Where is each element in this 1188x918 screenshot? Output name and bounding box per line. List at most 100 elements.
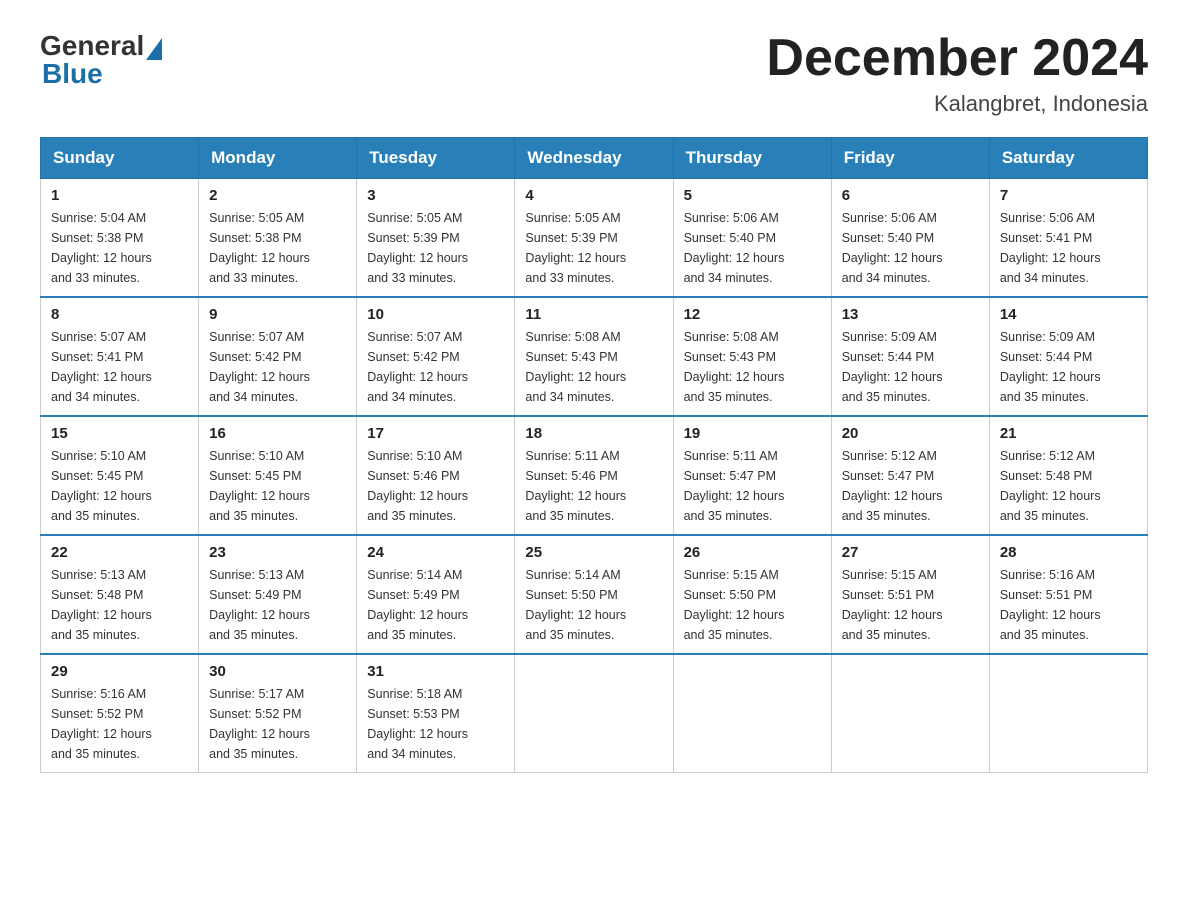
day-number: 29 [51,663,188,680]
day-number: 5 [684,187,821,204]
day-number: 28 [1000,544,1137,561]
day-number: 14 [1000,306,1137,323]
table-row: 1 Sunrise: 5:04 AM Sunset: 5:38 PM Dayli… [41,179,199,298]
table-row: 9 Sunrise: 5:07 AM Sunset: 5:42 PM Dayli… [199,297,357,416]
day-info: Sunrise: 5:07 AM Sunset: 5:41 PM Dayligh… [51,327,188,407]
header-tuesday: Tuesday [357,138,515,179]
table-row: 22 Sunrise: 5:13 AM Sunset: 5:48 PM Dayl… [41,535,199,654]
day-number: 18 [525,425,662,442]
logo: General Blue [40,30,164,90]
table-row: 27 Sunrise: 5:15 AM Sunset: 5:51 PM Dayl… [831,535,989,654]
table-row: 10 Sunrise: 5:07 AM Sunset: 5:42 PM Dayl… [357,297,515,416]
day-number: 20 [842,425,979,442]
day-number: 27 [842,544,979,561]
table-row: 25 Sunrise: 5:14 AM Sunset: 5:50 PM Dayl… [515,535,673,654]
day-info: Sunrise: 5:08 AM Sunset: 5:43 PM Dayligh… [684,327,821,407]
day-info: Sunrise: 5:16 AM Sunset: 5:51 PM Dayligh… [1000,565,1137,645]
page-header: General Blue December 2024 Kalangbret, I… [40,30,1148,117]
day-info: Sunrise: 5:14 AM Sunset: 5:50 PM Dayligh… [525,565,662,645]
logo-triangle-icon [146,38,162,60]
day-number: 2 [209,187,346,204]
day-info: Sunrise: 5:11 AM Sunset: 5:47 PM Dayligh… [684,446,821,526]
header-sunday: Sunday [41,138,199,179]
calendar-week-row: 22 Sunrise: 5:13 AM Sunset: 5:48 PM Dayl… [41,535,1148,654]
table-row: 2 Sunrise: 5:05 AM Sunset: 5:38 PM Dayli… [199,179,357,298]
day-info: Sunrise: 5:12 AM Sunset: 5:47 PM Dayligh… [842,446,979,526]
day-info: Sunrise: 5:12 AM Sunset: 5:48 PM Dayligh… [1000,446,1137,526]
day-number: 7 [1000,187,1137,204]
day-number: 3 [367,187,504,204]
month-title: December 2024 [766,30,1148,87]
table-row: 23 Sunrise: 5:13 AM Sunset: 5:49 PM Dayl… [199,535,357,654]
table-row: 29 Sunrise: 5:16 AM Sunset: 5:52 PM Dayl… [41,654,199,773]
table-row: 28 Sunrise: 5:16 AM Sunset: 5:51 PM Dayl… [989,535,1147,654]
day-info: Sunrise: 5:06 AM Sunset: 5:40 PM Dayligh… [842,208,979,288]
header-friday: Friday [831,138,989,179]
day-info: Sunrise: 5:18 AM Sunset: 5:53 PM Dayligh… [367,684,504,764]
day-info: Sunrise: 5:11 AM Sunset: 5:46 PM Dayligh… [525,446,662,526]
table-row: 19 Sunrise: 5:11 AM Sunset: 5:47 PM Dayl… [673,416,831,535]
table-row: 5 Sunrise: 5:06 AM Sunset: 5:40 PM Dayli… [673,179,831,298]
day-info: Sunrise: 5:10 AM Sunset: 5:45 PM Dayligh… [51,446,188,526]
table-row: 20 Sunrise: 5:12 AM Sunset: 5:47 PM Dayl… [831,416,989,535]
day-info: Sunrise: 5:08 AM Sunset: 5:43 PM Dayligh… [525,327,662,407]
table-row: 4 Sunrise: 5:05 AM Sunset: 5:39 PM Dayli… [515,179,673,298]
day-info: Sunrise: 5:10 AM Sunset: 5:46 PM Dayligh… [367,446,504,526]
table-row: 30 Sunrise: 5:17 AM Sunset: 5:52 PM Dayl… [199,654,357,773]
table-row: 12 Sunrise: 5:08 AM Sunset: 5:43 PM Dayl… [673,297,831,416]
day-number: 31 [367,663,504,680]
day-info: Sunrise: 5:05 AM Sunset: 5:39 PM Dayligh… [525,208,662,288]
table-row: 13 Sunrise: 5:09 AM Sunset: 5:44 PM Dayl… [831,297,989,416]
day-info: Sunrise: 5:09 AM Sunset: 5:44 PM Dayligh… [842,327,979,407]
table-row: 31 Sunrise: 5:18 AM Sunset: 5:53 PM Dayl… [357,654,515,773]
day-number: 21 [1000,425,1137,442]
location-text: Kalangbret, Indonesia [766,91,1148,117]
table-row [673,654,831,773]
day-info: Sunrise: 5:17 AM Sunset: 5:52 PM Dayligh… [209,684,346,764]
table-row: 18 Sunrise: 5:11 AM Sunset: 5:46 PM Dayl… [515,416,673,535]
day-number: 4 [525,187,662,204]
day-number: 10 [367,306,504,323]
day-info: Sunrise: 5:06 AM Sunset: 5:41 PM Dayligh… [1000,208,1137,288]
title-section: December 2024 Kalangbret, Indonesia [766,30,1148,117]
day-info: Sunrise: 5:10 AM Sunset: 5:45 PM Dayligh… [209,446,346,526]
calendar-week-row: 8 Sunrise: 5:07 AM Sunset: 5:41 PM Dayli… [41,297,1148,416]
header-wednesday: Wednesday [515,138,673,179]
day-number: 12 [684,306,821,323]
day-info: Sunrise: 5:05 AM Sunset: 5:39 PM Dayligh… [367,208,504,288]
logo-blue-text: Blue [42,58,103,89]
day-info: Sunrise: 5:07 AM Sunset: 5:42 PM Dayligh… [209,327,346,407]
day-number: 8 [51,306,188,323]
day-number: 24 [367,544,504,561]
day-info: Sunrise: 5:13 AM Sunset: 5:49 PM Dayligh… [209,565,346,645]
day-number: 17 [367,425,504,442]
table-row [831,654,989,773]
day-number: 11 [525,306,662,323]
day-info: Sunrise: 5:09 AM Sunset: 5:44 PM Dayligh… [1000,327,1137,407]
table-row: 16 Sunrise: 5:10 AM Sunset: 5:45 PM Dayl… [199,416,357,535]
day-number: 23 [209,544,346,561]
header-monday: Monday [199,138,357,179]
day-number: 25 [525,544,662,561]
table-row: 6 Sunrise: 5:06 AM Sunset: 5:40 PM Dayli… [831,179,989,298]
table-row: 7 Sunrise: 5:06 AM Sunset: 5:41 PM Dayli… [989,179,1147,298]
day-number: 13 [842,306,979,323]
calendar-header-row: Sunday Monday Tuesday Wednesday Thursday… [41,138,1148,179]
table-row: 24 Sunrise: 5:14 AM Sunset: 5:49 PM Dayl… [357,535,515,654]
day-number: 22 [51,544,188,561]
day-info: Sunrise: 5:15 AM Sunset: 5:51 PM Dayligh… [842,565,979,645]
day-info: Sunrise: 5:15 AM Sunset: 5:50 PM Dayligh… [684,565,821,645]
day-info: Sunrise: 5:13 AM Sunset: 5:48 PM Dayligh… [51,565,188,645]
day-info: Sunrise: 5:04 AM Sunset: 5:38 PM Dayligh… [51,208,188,288]
day-number: 26 [684,544,821,561]
day-number: 1 [51,187,188,204]
day-info: Sunrise: 5:06 AM Sunset: 5:40 PM Dayligh… [684,208,821,288]
day-info: Sunrise: 5:14 AM Sunset: 5:49 PM Dayligh… [367,565,504,645]
day-number: 19 [684,425,821,442]
table-row [515,654,673,773]
day-number: 6 [842,187,979,204]
table-row: 15 Sunrise: 5:10 AM Sunset: 5:45 PM Dayl… [41,416,199,535]
day-number: 30 [209,663,346,680]
header-thursday: Thursday [673,138,831,179]
day-info: Sunrise: 5:07 AM Sunset: 5:42 PM Dayligh… [367,327,504,407]
